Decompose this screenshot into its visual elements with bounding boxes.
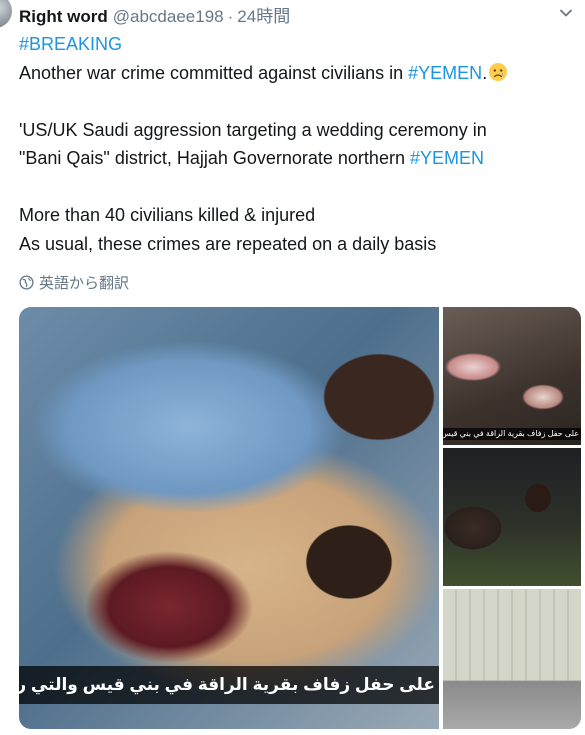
text-span: More than 40 civilians killed & injured	[19, 205, 316, 225]
text-line: 'US/UK Saudi aggression targeting a wedd…	[19, 116, 579, 145]
display-name[interactable]: Right word	[19, 7, 108, 27]
photo-thumbnail[interactable]: على حفل زفاف بقرية الراقة في بني قيس وال…	[443, 307, 581, 445]
timestamp[interactable]: 24時間	[237, 2, 290, 27]
text-line: #BREAKING	[19, 30, 579, 59]
user-handle[interactable]: @abcdaee198	[113, 7, 224, 27]
text-span: "Bani Qais" district, Hajjah Governorate…	[19, 148, 410, 168]
photo-caption: على حفل زفاف بقرية الراقة في بني قيس وال…	[19, 666, 439, 704]
media-grid: على حفل زفاف بقرية الراقة في بني قيس وال…	[19, 307, 581, 729]
text-line: More than 40 civilians killed & injured	[19, 201, 579, 230]
photo-main[interactable]: على حفل زفاف بقرية الراقة في بني قيس وال…	[19, 307, 439, 729]
text-line: Another war crime committed against civi…	[19, 59, 579, 88]
photo-caption: على حفل زفاف بقرية الراقة في بني قيس وال…	[443, 428, 581, 440]
tweet-header: Right word @abcdaee198 · 24時間	[19, 2, 290, 27]
hashtag-link[interactable]: #YEMEN	[410, 148, 484, 168]
text-span: As usual, these crimes are repeated on a…	[19, 233, 437, 254]
chevron-down-icon[interactable]	[559, 6, 573, 20]
text-line: As usual, these crimes are repeated on a…	[19, 230, 579, 259]
text-span: Another war crime committed against civi…	[19, 62, 409, 83]
globe-icon	[19, 275, 34, 290]
text-span: 'US/UK Saudi aggression targeting a wedd…	[19, 119, 487, 140]
photo-thumbnail[interactable]	[443, 448, 581, 586]
tweet: Right word @abcdaee198 · 24時間 #BREAKING …	[0, 0, 585, 735]
separator-dot: ·	[227, 7, 234, 26]
translate-label: 英語から翻訳	[39, 275, 130, 292]
hashtag-link[interactable]: #BREAKING	[19, 34, 122, 54]
tweet-text: #BREAKING Another war crime committed ag…	[19, 30, 579, 258]
translate-link[interactable]: 英語から翻訳	[19, 272, 129, 293]
hashtag-link[interactable]: #YEMEN	[408, 63, 482, 83]
photo-thumbnail[interactable]	[443, 589, 581, 729]
crying-face-icon	[489, 62, 508, 81]
avatar[interactable]	[0, 0, 12, 28]
text-span: .	[482, 62, 488, 83]
text-line: "Bani Qais" district, Hajjah Governorate…	[19, 144, 579, 173]
